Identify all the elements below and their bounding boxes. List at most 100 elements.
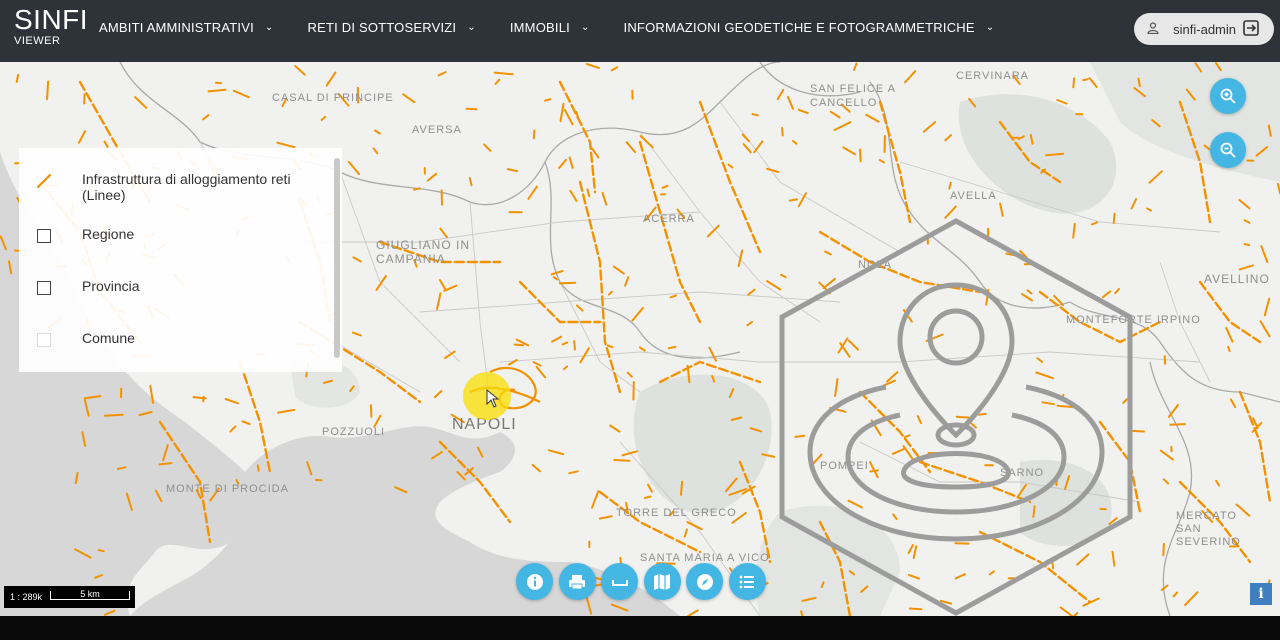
network-segment xyxy=(506,168,519,173)
list-button[interactable] xyxy=(728,563,766,600)
attribution-info-button[interactable]: i xyxy=(1250,583,1272,605)
network-segment xyxy=(573,340,576,351)
menu-ambiti-amministrativi[interactable]: AMBITI AMMINISTRATIVI ⌄ xyxy=(99,20,274,35)
map-view[interactable]: CASAL DI PRINCIPE AVERSA GIUGLIANO IN CA… xyxy=(0,62,1280,616)
network-segment xyxy=(439,227,448,239)
network-segment xyxy=(683,528,688,538)
network-segment xyxy=(568,156,574,169)
network-segment xyxy=(134,96,148,109)
network-segment xyxy=(853,62,858,71)
menu-informazioni-geodetiche[interactable]: INFORMAZIONI GEODETICHE E FOTOGRAMMETRIC… xyxy=(624,20,995,35)
network-segment xyxy=(437,71,447,77)
legend-label: Provincia xyxy=(82,278,140,294)
legend-scrollbar[interactable] xyxy=(334,158,340,358)
info-button[interactable] xyxy=(516,563,553,600)
network-segment xyxy=(158,462,173,466)
network-segment xyxy=(1243,243,1251,246)
network-segment xyxy=(347,160,360,176)
checkbox[interactable] xyxy=(35,227,53,245)
network-segment xyxy=(1082,78,1089,82)
network-segment xyxy=(904,70,917,84)
network-segment xyxy=(1229,398,1237,408)
network-segment xyxy=(436,292,442,311)
network-segment xyxy=(1260,245,1269,264)
network-segment xyxy=(494,78,501,85)
user-menu[interactable]: sinfi-admin xyxy=(1134,13,1274,45)
print-icon xyxy=(569,574,585,589)
network-segment xyxy=(277,408,296,414)
menu-reti-di-sottoservizi[interactable]: RETI DI SOTTOSERVIZI ⌄ xyxy=(308,20,476,35)
network-segment xyxy=(612,265,625,275)
network-segment xyxy=(922,121,937,133)
menu-label: AMBITI AMMINISTRATIVI xyxy=(99,20,254,35)
checkbox[interactable] xyxy=(35,331,53,349)
network-segment xyxy=(351,331,362,337)
menu-label: IMMOBILI xyxy=(509,20,570,35)
map-label: ACERRA xyxy=(643,213,695,225)
network-segment xyxy=(606,344,614,349)
network-segment xyxy=(647,483,653,493)
scale-bar: 1 : 289k 5 km xyxy=(4,586,135,608)
network-segment xyxy=(579,347,590,364)
network-segment xyxy=(551,335,562,343)
network-segment xyxy=(1162,478,1170,485)
logout-icon[interactable] xyxy=(1242,19,1266,40)
legend-item-provincia[interactable]: Provincia xyxy=(35,278,140,297)
network-segment xyxy=(753,140,764,154)
network-segment xyxy=(78,130,86,144)
network-segment xyxy=(591,147,600,159)
legend-item-infrastruttura[interactable]: Infrastruttura di alloggiamento reti (Li… xyxy=(35,171,312,203)
network-segment xyxy=(426,172,438,182)
zoom-out-button[interactable] xyxy=(1210,132,1246,168)
location-logo-watermark xyxy=(779,218,1133,616)
top-navbar: SINFI VIEWER AMBITI AMMINISTRATIVI ⌄ RET… xyxy=(0,0,1280,62)
menu-label: INFORMAZIONI GEODETICHE E FOTOGRAMMETRIC… xyxy=(623,20,975,35)
compass-icon xyxy=(696,573,713,590)
zoom-in-button[interactable] xyxy=(1210,78,1246,114)
chevron-down-icon: ⌄ xyxy=(467,22,476,33)
network-segment xyxy=(747,288,756,296)
network-segment xyxy=(1169,423,1186,426)
network-segment xyxy=(1088,77,1098,88)
main-menu: AMBITI AMMINISTRATIVI ⌄ RETI DI SOTTOSER… xyxy=(99,20,1028,35)
network-segment xyxy=(1148,170,1163,184)
network-segment xyxy=(586,188,591,198)
legend-item-regione[interactable]: Regione xyxy=(35,226,134,245)
network-segment xyxy=(97,549,105,553)
map-label: GIUGLIANO IN CAMPANIA xyxy=(376,238,471,266)
map-layers-button[interactable] xyxy=(643,563,681,600)
network-segment xyxy=(1160,584,1169,591)
compass-button[interactable] xyxy=(686,563,723,600)
network-segment xyxy=(531,463,541,473)
network-segment xyxy=(669,294,677,299)
checkbox[interactable] xyxy=(35,279,53,297)
network-segment xyxy=(607,290,613,296)
network-segment xyxy=(413,187,421,191)
legend-item-comune[interactable]: Comune xyxy=(35,330,135,349)
network-segment xyxy=(559,102,565,123)
network-segment xyxy=(609,424,621,433)
network-segment xyxy=(1252,417,1259,429)
network-segment xyxy=(493,71,514,76)
network-segment xyxy=(375,275,387,291)
network-segment xyxy=(241,420,251,425)
network-segment xyxy=(727,163,734,169)
network-segment xyxy=(103,140,109,148)
print-button[interactable] xyxy=(558,563,596,600)
network-segment xyxy=(320,115,327,121)
map-label: AVELLINO xyxy=(1204,272,1270,286)
menu-immobili[interactable]: IMMOBILI ⌄ xyxy=(510,20,590,35)
network-segment xyxy=(667,345,677,350)
network-segment xyxy=(202,395,205,403)
app-title: SINFI xyxy=(14,4,89,35)
network-segment xyxy=(433,390,443,399)
network-segment xyxy=(591,490,600,509)
measure-button[interactable] xyxy=(601,563,638,600)
network-segment xyxy=(999,202,1004,217)
network-segment xyxy=(558,281,577,285)
map-label: MONTE DI PROCIDA xyxy=(166,483,289,495)
network-segment xyxy=(1056,99,1068,105)
app-brand[interactable]: SINFI VIEWER xyxy=(14,4,89,48)
network-segment xyxy=(792,140,798,145)
network-segment xyxy=(1162,542,1165,557)
